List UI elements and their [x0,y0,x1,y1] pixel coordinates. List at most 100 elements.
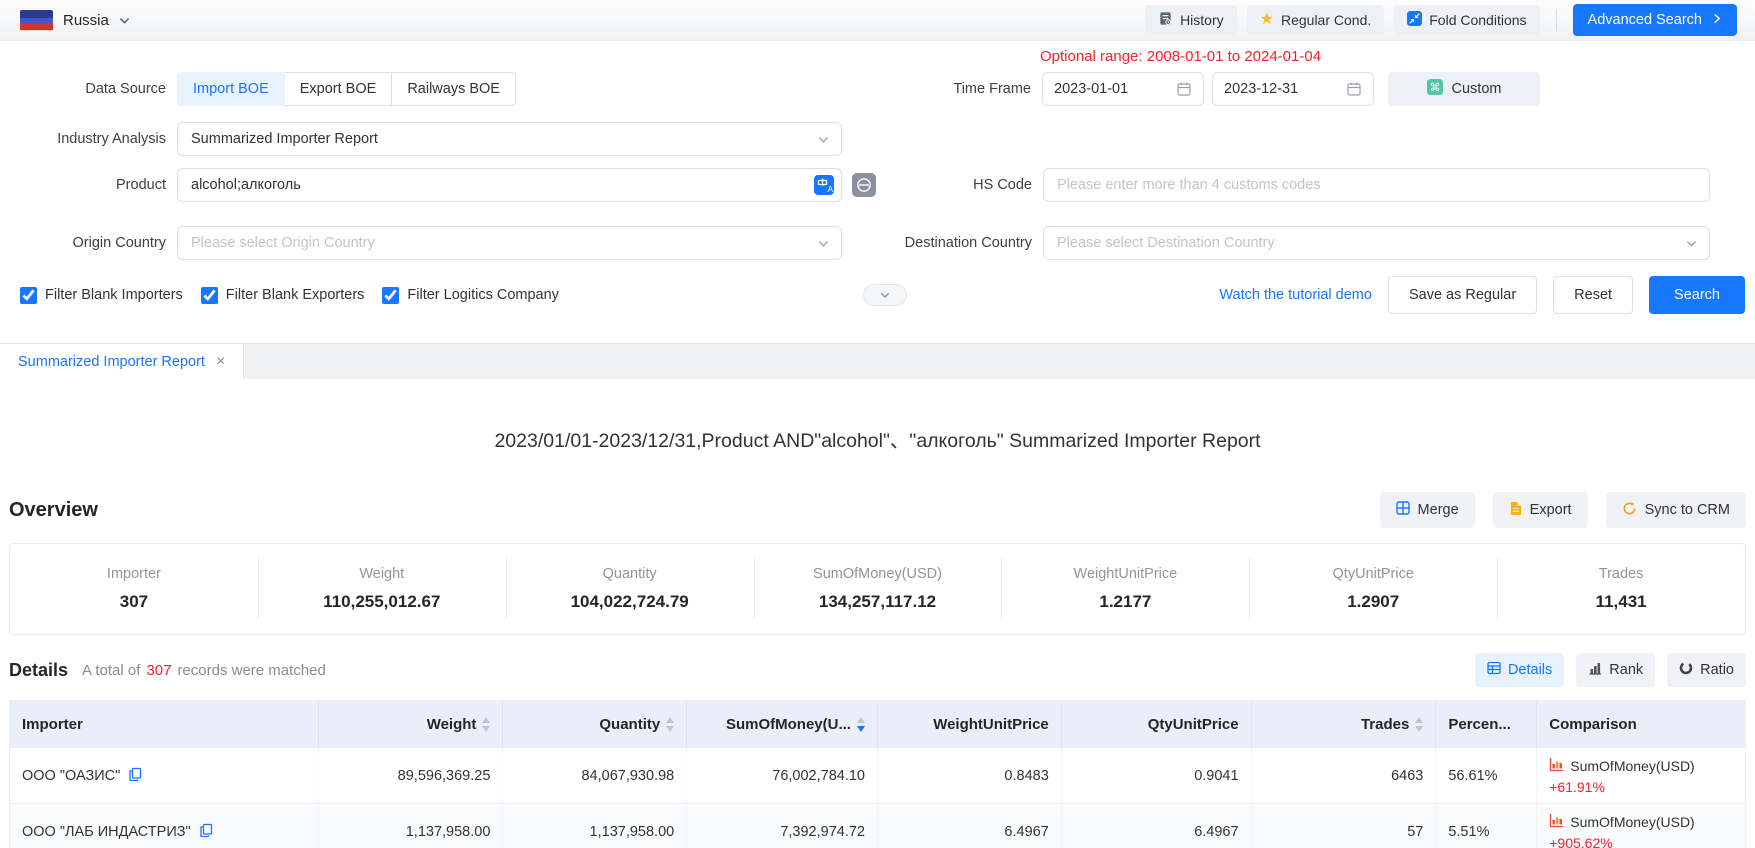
quantity-cell: 84,067,930.98 [503,748,687,803]
start-date-input[interactable]: 2023-01-01 [1042,72,1204,106]
checkbox-filter-logitics-company[interactable]: Filter Logitics Company [382,287,559,304]
filters-row: Filter Blank Importers Filter Blank Expo… [0,276,1755,314]
details-header: Details A total of 307 records were matc… [9,653,1746,687]
custom-icon: ⌘ [1427,79,1443,99]
filter-blank-importers-checkbox[interactable] [20,287,37,304]
importer-cell: ООО "ОАЗИС" [10,748,319,803]
destination-country-select[interactable]: Please select Destination Country [1043,226,1710,260]
svg-text:A: A [828,184,834,194]
translate-icon[interactable]: A [814,175,834,195]
chevron-right-icon [1711,12,1722,28]
filter-blank-exporters-checkbox[interactable] [201,287,218,304]
weight-unit-price-cell: 6.4967 [878,804,1062,848]
overview-heading: Overview [9,499,98,522]
merge-button[interactable]: Merge [1380,492,1475,528]
tab-import-boe[interactable]: Import BOE [177,72,285,106]
comparison-change: +905.62% [1549,835,1612,848]
table-grid-icon [1487,661,1501,679]
advanced-search-button[interactable]: Advanced Search [1573,4,1737,36]
comparison-change: +61.91% [1549,779,1605,795]
reset-button[interactable]: Reset [1553,276,1633,314]
report-content: 2023/01/01-2023/12/31,Product AND"alcoho… [0,424,1755,848]
details-table: Importer Weight Quantity SumOfMoney(U...… [9,700,1746,848]
table-row: ООО "ОАЗИС" 89,596,369.25 84,067,930.98 … [10,748,1745,804]
data-source-tabs: Import BOE Export BOE Railways BOE [177,72,516,106]
topbar-actions: History ★ Regular Cond. Fold Conditions … [1145,4,1737,36]
view-ratio-button[interactable]: Ratio [1667,653,1746,687]
close-icon[interactable]: × [216,354,225,370]
russia-flag-icon [20,10,53,31]
product-label: Product [0,177,166,193]
svg-text:⌘: ⌘ [1429,82,1440,94]
checkbox-filter-blank-exporters[interactable]: Filter Blank Exporters [201,287,365,304]
tutorial-demo-link[interactable]: Watch the tutorial demo [1219,287,1372,303]
sum-of-money-cell: 7,392,974.72 [687,804,878,848]
industry-analysis-select[interactable]: Summarized Importer Report [177,122,842,156]
tab-summarized-importer-report[interactable]: Summarized Importer Report × [0,344,244,379]
trades-cell: 6463 [1252,748,1437,803]
col-header-sum-of-money[interactable]: SumOfMoney(U... [687,701,878,748]
fold-conditions-button[interactable]: Fold Conditions [1394,5,1539,35]
copy-icon[interactable] [128,767,142,785]
sync-icon [1622,501,1637,520]
collapse-form-toggle[interactable] [863,284,907,306]
rank-icon [1588,661,1602,679]
col-header-weight[interactable]: Weight [319,701,504,748]
search-button[interactable]: Search [1649,276,1745,314]
sort-icon[interactable] [482,717,490,732]
overview-header: Overview Merge Export [9,491,1746,529]
col-header-importer: Importer [10,701,319,748]
end-date-input[interactable]: 2023-12-31 [1212,72,1374,106]
sort-icon[interactable] [1415,717,1423,732]
origin-country-select[interactable]: Please select Origin Country [177,226,842,260]
tab-export-boe[interactable]: Export BOE [284,72,393,106]
stat-weight: Weight 110,255,012.67 [258,544,506,634]
topbar-divider [1556,9,1557,31]
destination-country-group: Destination Country Please select Destin… [902,226,1710,260]
tab-railways-boe[interactable]: Railways BOE [391,72,516,106]
history-button[interactable]: History [1145,5,1237,35]
ratio-icon [1679,661,1693,679]
app-window: Russia History ★ Regular Cond. Fold Cond… [0,0,1755,848]
col-header-qty-unit-price: QtyUnitPrice [1062,701,1252,748]
exact-match-icon[interactable] [852,173,876,197]
report-title: 2023/01/01-2023/12/31,Product AND"alcoho… [9,424,1746,453]
row-countries: Origin Country Please select Origin Coun… [0,226,1755,260]
sort-icon[interactable] [666,717,674,732]
table-header-row: Importer Weight Quantity SumOfMoney(U...… [10,701,1745,748]
chevron-down-icon [817,237,830,250]
sort-icon-active[interactable] [857,717,865,732]
country-selector[interactable]: Russia [20,10,131,31]
product-input[interactable] [177,168,842,202]
hs-code-group: HS Code [902,168,1710,202]
save-as-regular-button[interactable]: Save as Regular [1388,276,1537,314]
regular-cond-button[interactable]: ★ Regular Cond. [1247,5,1385,35]
bar-chart-icon [1549,757,1564,775]
quantity-cell: 1,137,958.00 [503,804,687,848]
importer-cell: ООО "ЛАБ ИНДАСТРИЗ" [10,804,319,848]
details-heading: Details [9,660,68,681]
col-header-weight-unit-price: WeightUnitPrice [878,701,1062,748]
search-form: Optional range: 2008-01-01 to 2024-01-04… [0,41,1755,343]
view-rank-button[interactable]: Rank [1576,653,1655,687]
importer-name[interactable]: ООО "ЛАБ ИНДАСТРИЗ" [22,824,191,840]
checkbox-filter-blank-importers[interactable]: Filter Blank Importers [20,287,183,304]
form-actions: Watch the tutorial demo Save as Regular … [1219,276,1745,314]
export-button[interactable]: Export [1493,492,1588,528]
product-input-wrap: A [177,168,842,202]
hs-code-input[interactable] [1043,168,1710,202]
copy-icon[interactable] [199,823,213,841]
calendar-icon [1346,81,1362,97]
col-header-trades[interactable]: Trades [1252,701,1437,748]
sync-to-crm-button[interactable]: Sync to CRM [1606,492,1746,528]
importer-name[interactable]: ООО "ОАЗИС" [22,768,120,784]
custom-range-button[interactable]: ⌘ Custom [1388,72,1540,106]
records-summary: A total of 307 records were matched [82,662,326,679]
sum-of-money-cell: 76,002,784.10 [687,748,878,803]
industry-analysis-label: Industry Analysis [0,131,166,147]
filter-logitics-company-checkbox[interactable] [382,287,399,304]
overview-tools: Merge Export Sync to CRM [1380,492,1746,528]
col-header-quantity[interactable]: Quantity [503,701,687,748]
view-details-button[interactable]: Details [1475,653,1564,687]
hs-code-label: HS Code [902,177,1032,193]
